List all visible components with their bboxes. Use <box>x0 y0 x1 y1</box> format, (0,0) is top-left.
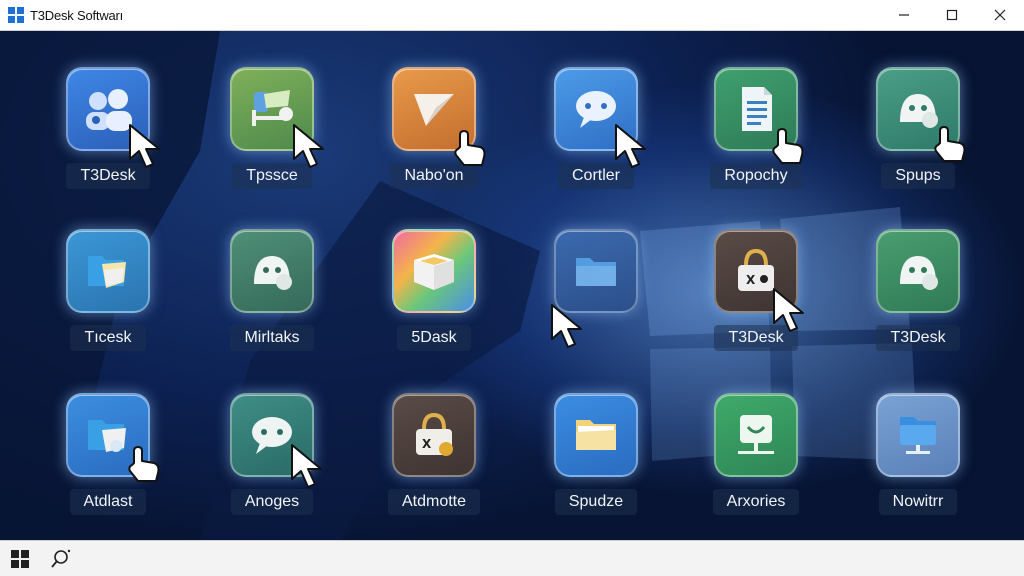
desktop-icon-atdmotte[interactable]: X Atdmotte <box>354 393 514 541</box>
desktop-icon-mirltaks[interactable]: Mirltaks <box>192 229 352 379</box>
search-icon <box>51 549 71 568</box>
folder-icon <box>554 393 638 477</box>
close-button[interactable] <box>976 0 1024 30</box>
windows-start-icon <box>11 549 29 568</box>
desktop-icon-t3desk-remote[interactable]: T3Desk <box>838 229 998 379</box>
title-bar: T3Desk Softwarı <box>0 0 1024 31</box>
desktop-icon-folder[interactable] <box>516 229 676 379</box>
desktop-icon-label: Tpssce <box>232 163 312 189</box>
desktop-icon-label: Mirltaks <box>230 325 314 351</box>
svg-text:X: X <box>746 273 756 287</box>
desktop-icon-spudze[interactable]: Spudze <box>516 393 676 541</box>
desktop-icon-tpssce[interactable]: Tpssce <box>192 67 352 217</box>
desktop-icon-atdlast[interactable]: Atdlast <box>28 393 188 541</box>
lock-icon: X <box>714 229 798 313</box>
desktop-icon-label: Ropochy <box>710 163 802 189</box>
folder-share-icon <box>66 229 150 313</box>
desktop-icon-label: 5Dask <box>397 325 471 351</box>
desktop-icon-label: Anoges <box>230 489 314 515</box>
minimize-button[interactable] <box>880 0 928 30</box>
folder-monitor-icon <box>876 393 960 477</box>
desktop-icon-spups[interactable]: Spups <box>838 67 998 217</box>
desktop-icon-label: Nabo'on <box>390 163 478 189</box>
search-button[interactable] <box>40 541 80 576</box>
maximize-icon <box>946 9 958 21</box>
desktop-icon-label: T3Desk <box>714 325 798 351</box>
close-icon <box>994 9 1006 21</box>
desktop-icon-label: T3Desk <box>66 163 150 189</box>
desktop-icon-nowitrr[interactable]: Nowitrr <box>838 393 998 541</box>
box-icon <box>392 229 476 313</box>
desktop-icon-5dask[interactable]: 5Dask <box>354 229 514 379</box>
remote-icon <box>876 67 960 151</box>
desktop-icon-anoges[interactable]: Anoges <box>192 393 352 541</box>
desktop-icon-cortler[interactable]: Cortler <box>516 67 676 217</box>
share-icon <box>230 67 314 151</box>
desktop-icon-label: Arxories <box>712 489 800 515</box>
windows-logo-icon <box>8 7 24 23</box>
chat-icon <box>554 67 638 151</box>
lock-icon: X <box>392 393 476 477</box>
desktop-icon-label: Atdlast <box>69 489 147 515</box>
remote-icon <box>230 229 314 313</box>
monitor-icon <box>714 393 798 477</box>
folder-share-icon <box>66 393 150 477</box>
desktop-icon-nabo-on[interactable]: Nabo'on <box>354 67 514 217</box>
users-icon <box>66 67 150 151</box>
desktop-icon-label: Atdmotte <box>387 489 481 515</box>
desktop-icon-label: Spups <box>881 163 955 189</box>
document-icon <box>714 67 798 151</box>
start-button[interactable] <box>0 541 40 576</box>
folder-icon <box>554 229 638 313</box>
desktop-icon-label: Spudze <box>554 489 638 515</box>
desktop-icon-arxories[interactable]: Arxories <box>676 393 836 541</box>
desktop-icon-t3desk[interactable]: T3Desk <box>28 67 188 217</box>
taskbar <box>0 540 1024 576</box>
desktop-icon-label: Nowitrr <box>878 489 958 515</box>
window-controls <box>880 0 1024 30</box>
svg-text:X: X <box>422 437 432 451</box>
maximize-button[interactable] <box>928 0 976 30</box>
desktop-icon-label: T3Desk <box>876 325 960 351</box>
chat-icon <box>230 393 314 477</box>
send-icon <box>392 67 476 151</box>
remote-icon <box>876 229 960 313</box>
window-title: T3Desk Softwarı <box>30 7 124 23</box>
minimize-icon <box>899 14 909 16</box>
desktop-icon-label: Tıcesk <box>70 325 146 351</box>
desktop-icon-t3desk-lock[interactable]: X T3Desk <box>676 229 836 379</box>
desktop-icon-ticesk[interactable]: Tıcesk <box>28 229 188 379</box>
desktop: T3Desk Tpssce Nabo'on Cortler Ropochy Sp… <box>0 31 1024 541</box>
desktop-icon-label: Cortler <box>557 163 634 189</box>
desktop-icon-ropochy[interactable]: Ropochy <box>676 67 836 217</box>
